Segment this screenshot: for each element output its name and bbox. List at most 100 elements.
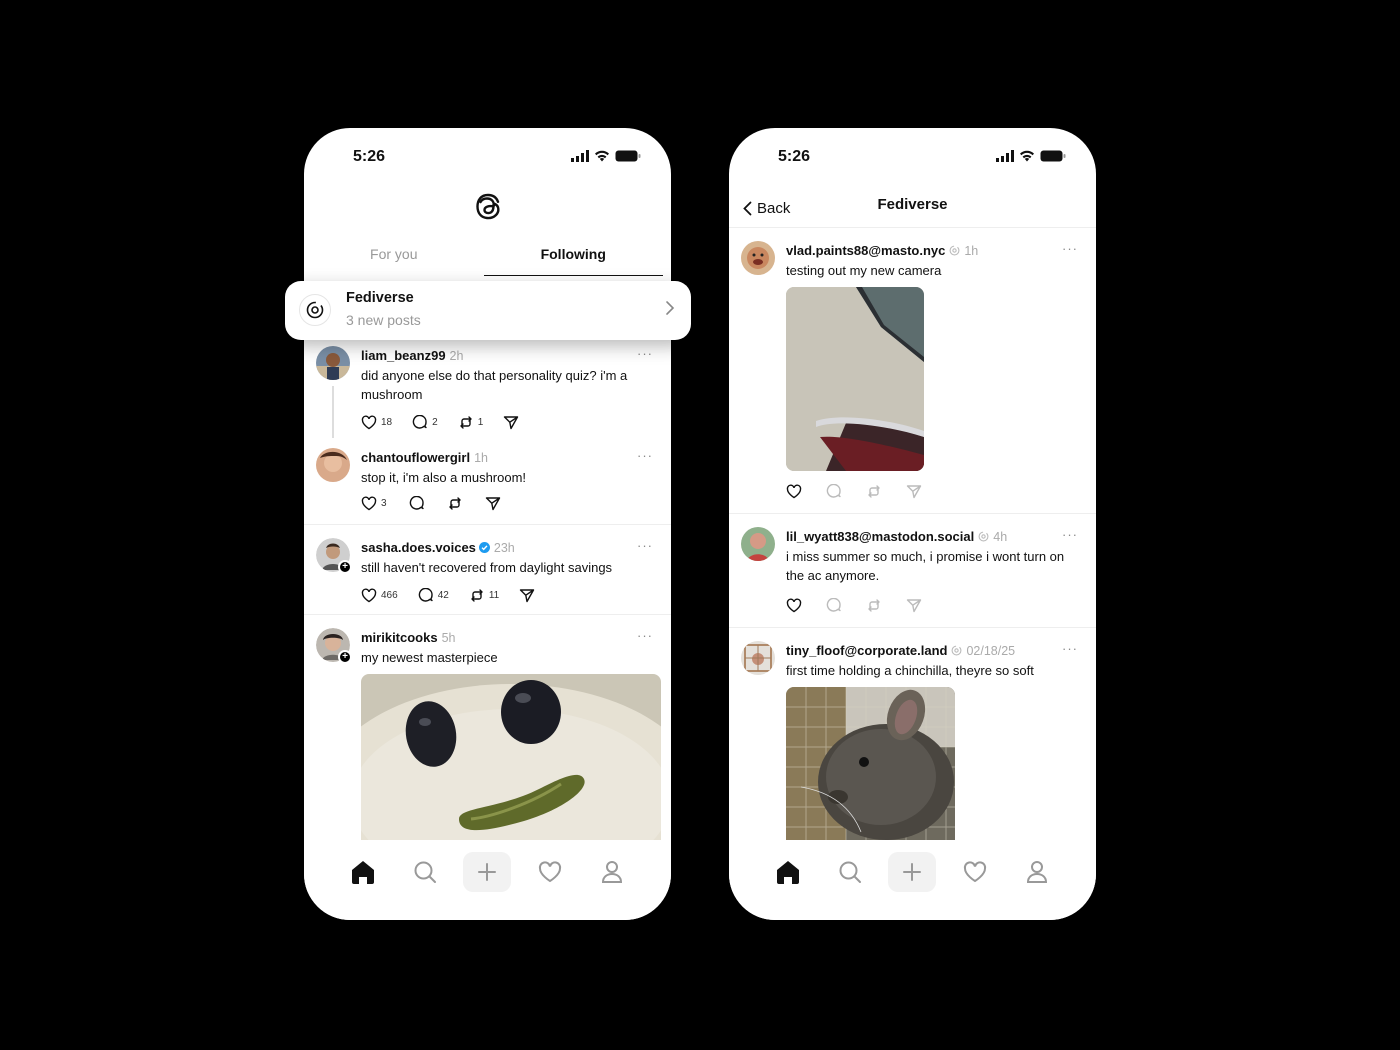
post-sasha[interactable]: + sasha.does.voices 23h ··· still haven't… xyxy=(304,538,671,614)
more-icon[interactable]: ··· xyxy=(637,346,653,361)
post-actions: 18 2 1 xyxy=(361,415,519,430)
nav-search[interactable] xyxy=(401,852,449,892)
post-image[interactable] xyxy=(786,287,924,471)
chevron-right-icon xyxy=(666,301,675,315)
like-button[interactable]: 466 xyxy=(361,588,398,603)
feed-tabs: For you Following xyxy=(304,234,671,276)
fediverse-icon xyxy=(299,294,331,326)
post-text: stop it, i'm also a mushroom! xyxy=(361,470,527,485)
repost-button[interactable] xyxy=(447,496,463,511)
post-text: did anyone else do that personality quiz… xyxy=(361,368,628,402)
comment-icon xyxy=(412,415,427,429)
bottom-nav xyxy=(729,840,1096,920)
repost-icon xyxy=(471,589,483,602)
like-button[interactable]: 18 xyxy=(361,415,392,430)
username[interactable]: tiny_floof@corporate.land xyxy=(786,643,947,658)
post-lil-wyatt[interactable]: lil_wyatt838@mastodon.social 4h ··· i mis… xyxy=(729,527,1096,619)
fediverse-card[interactable]: Fediverse 3 new posts xyxy=(285,281,691,340)
tab-following[interactable]: Following xyxy=(483,234,663,276)
avatar[interactable]: + xyxy=(316,538,352,574)
repost-button[interactable]: 11 xyxy=(469,588,499,603)
signal-icon xyxy=(571,150,589,162)
username[interactable]: chantouflowergirl xyxy=(361,450,470,465)
plus-icon xyxy=(903,863,922,881)
send-icon xyxy=(520,589,535,603)
status-time: 5:26 xyxy=(778,148,811,165)
post-text: still haven't recovered from daylight sa… xyxy=(361,560,613,575)
signal-icon xyxy=(996,150,1014,162)
post-miri[interactable]: + mirikitcooks 5h ··· my newest masterpie… xyxy=(304,628,671,840)
username[interactable]: vlad.paints88@masto.nyc xyxy=(786,243,945,258)
post-image[interactable] xyxy=(786,687,955,841)
heart-icon xyxy=(538,861,561,883)
nav-home[interactable] xyxy=(339,852,387,892)
like-button[interactable]: 3 xyxy=(361,496,387,511)
reply-button[interactable] xyxy=(826,484,842,499)
avatar[interactable] xyxy=(316,346,350,380)
repost-button[interactable] xyxy=(866,484,882,499)
post-image[interactable] xyxy=(361,674,661,840)
battery-icon xyxy=(1040,150,1066,162)
share-button[interactable] xyxy=(906,598,922,613)
more-icon[interactable]: ··· xyxy=(1062,641,1078,656)
wifi-icon xyxy=(1020,150,1034,162)
more-icon[interactable]: ··· xyxy=(1062,241,1078,256)
share-button[interactable] xyxy=(519,588,535,603)
avatar[interactable] xyxy=(741,641,775,675)
username[interactable]: sasha.does.voices xyxy=(361,540,476,555)
follow-plus-icon[interactable]: + xyxy=(338,650,352,664)
like-button[interactable] xyxy=(786,598,802,613)
more-icon[interactable]: ··· xyxy=(637,448,653,463)
post-text: i miss summer so much, i promise i wont … xyxy=(786,549,1065,583)
avatar[interactable] xyxy=(741,241,775,275)
username[interactable]: lil_wyatt838@mastodon.social xyxy=(786,529,974,544)
threads-logo-icon[interactable] xyxy=(472,190,504,224)
reply-button[interactable]: 42 xyxy=(418,588,449,603)
username[interactable]: mirikitcooks xyxy=(361,630,438,645)
nav-activity[interactable] xyxy=(526,852,574,892)
reply-button[interactable] xyxy=(826,598,842,613)
more-icon[interactable]: ··· xyxy=(637,538,653,553)
follow-plus-icon[interactable]: + xyxy=(338,560,352,574)
fediverse-icon xyxy=(949,245,960,256)
nav-create[interactable] xyxy=(463,852,512,892)
like-button[interactable] xyxy=(786,484,802,499)
share-button[interactable] xyxy=(503,415,519,430)
repost-button[interactable]: 1 xyxy=(458,415,483,430)
nav-create[interactable] xyxy=(888,852,937,892)
repost-button[interactable] xyxy=(866,598,882,613)
status-icons xyxy=(571,150,641,162)
post-chantou[interactable]: chantouflowergirl 1h ··· stop it, i'm als… xyxy=(304,448,671,518)
more-icon[interactable]: ··· xyxy=(1062,527,1078,542)
divider xyxy=(304,614,671,615)
status-bar: 5:26 xyxy=(729,128,1096,188)
nav-activity[interactable] xyxy=(951,852,999,892)
post-actions xyxy=(786,598,922,613)
nav-profile[interactable] xyxy=(1013,852,1061,892)
phone-right: 5:26 Back Fediverse vlad.paints88@masto.… xyxy=(729,128,1096,920)
post-liam[interactable]: liam_beanz99 2h ··· did anyone else do th… xyxy=(304,346,671,442)
nav-home[interactable] xyxy=(764,852,812,892)
send-icon xyxy=(906,485,922,499)
send-icon xyxy=(906,599,922,613)
avatar[interactable] xyxy=(316,448,350,482)
nav-profile[interactable] xyxy=(588,852,636,892)
post-tiny-floof[interactable]: tiny_floof@corporate.land 02/18/25 ··· fi… xyxy=(729,641,1096,841)
avatar[interactable]: + xyxy=(316,628,352,664)
share-button[interactable] xyxy=(906,484,922,499)
avatar[interactable] xyxy=(741,527,775,561)
search-icon xyxy=(839,861,862,883)
repost-icon xyxy=(448,497,461,510)
fediverse-card-subtitle: 3 new posts xyxy=(346,312,421,328)
home-icon xyxy=(352,861,375,884)
reply-button[interactable]: 2 xyxy=(412,415,438,430)
post-age: 5h xyxy=(441,631,456,645)
post-vlad[interactable]: vlad.paints88@masto.nyc 1h ··· testing ou… xyxy=(729,241,1096,511)
share-button[interactable] xyxy=(485,496,501,511)
tab-for-you[interactable]: For you xyxy=(304,234,484,276)
nav-search[interactable] xyxy=(826,852,874,892)
more-icon[interactable]: ··· xyxy=(637,628,653,643)
reply-button[interactable] xyxy=(409,496,425,511)
username[interactable]: liam_beanz99 xyxy=(361,348,446,363)
profile-icon xyxy=(1026,861,1047,883)
